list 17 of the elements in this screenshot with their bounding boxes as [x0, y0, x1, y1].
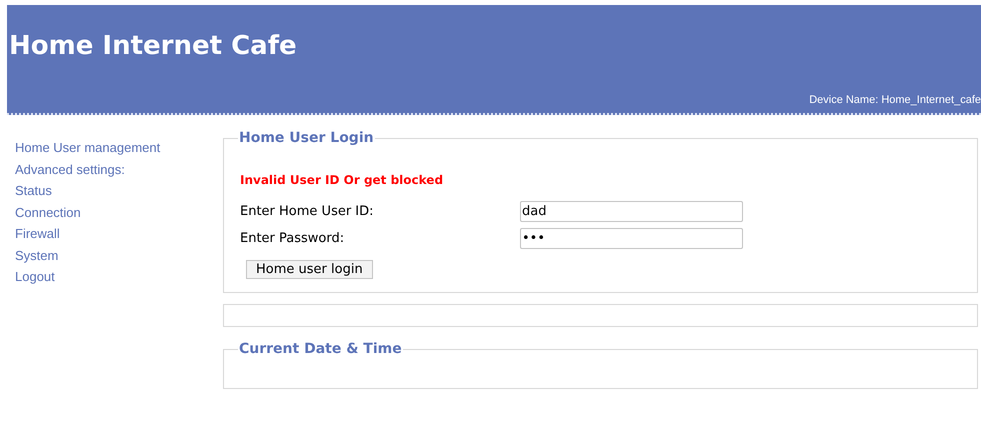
sidebar-link[interactable]: Connection [15, 202, 81, 223]
panel-title: Current Date & Time [238, 340, 403, 359]
device-name: Device Name: Home_Internet_cafe [809, 92, 981, 108]
sidebar-link[interactable]: Home User management [15, 137, 160, 158]
input-field[interactable]: ••• [520, 228, 743, 249]
field-label: Enter Home User ID: [240, 202, 375, 221]
sidebar-link[interactable]: Advanced settings: [15, 158, 125, 180]
input-field[interactable]: dad [520, 201, 743, 222]
login-button[interactable]: Home user login [246, 260, 373, 279]
sidebar-link[interactable]: Logout [15, 266, 55, 288]
sidebar-link[interactable]: Status [15, 180, 52, 202]
sidebar-link[interactable]: Firewall [15, 223, 60, 244]
panel-title: Home User Login [238, 129, 375, 148]
sidebar-link[interactable]: System [15, 244, 58, 266]
site-title: Home Internet Cafe [8, 30, 298, 63]
field-label: Enter Password: [240, 230, 346, 248]
error-message: Invalid User ID Or get blocked [240, 172, 444, 189]
